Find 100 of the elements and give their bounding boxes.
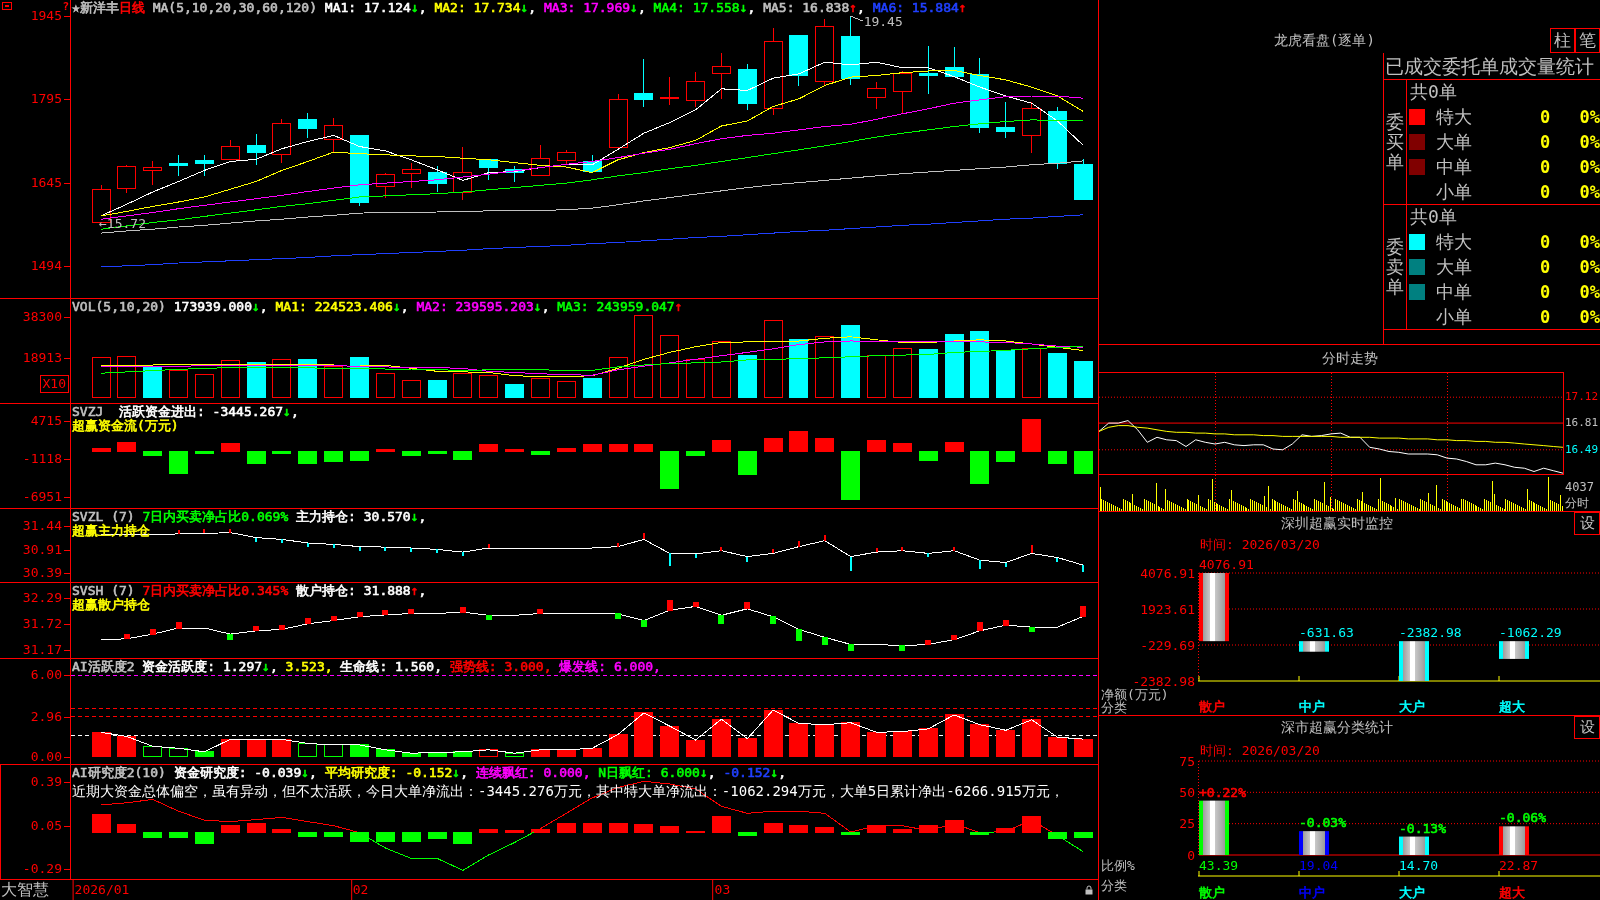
order-count: 0 [1538,181,1552,202]
axis-label: 30.91 [22,542,62,557]
candle [479,158,499,181]
settings-button[interactable]: 设 [1574,716,1600,739]
order-type: 小单 [1435,304,1473,329]
candle [505,166,525,183]
candle [556,149,576,165]
value-label: -2382.98 [1399,625,1462,641]
axis-label: 50 [1179,784,1195,800]
legend-text: ★新洋丰日线 MA(5,10,20,30,60,120) MA1: 17.124↓, MA2: 17.734↓, MA3: 17.969↓, MA4: 17.558↓, MA5: 16.838↑, MA6: 15.884↑ [72,1,967,15]
candle [867,81,886,110]
value-label: 14.70 [1399,858,1439,873]
candle [427,166,447,193]
axis-label: 1795 [30,92,62,107]
date-label: 03 [712,880,731,900]
lock-icon[interactable] [1085,885,1093,895]
candle [1047,106,1067,170]
axis-title: 分类 [1101,700,1127,715]
annotation: 19.45 [863,14,903,30]
price-label: 19.45 [850,14,903,30]
legend-text: SVSH (7) 7日内买卖净占比0.345% 散户持仓: 31.888↑, [72,584,427,598]
candle [246,133,266,166]
axis-label: 30.39 [22,566,62,581]
order-type: 特大 [1435,104,1473,129]
order-type: 小单 [1435,179,1473,204]
group-label: 委卖单 [1386,237,1404,297]
table-title: 已成交委托单成交量统计 [1384,53,1600,80]
value-label: 4076.91 [1199,557,1254,572]
unit-button[interactable]: X10 [39,375,69,393]
view-button[interactable]: 柱 [1550,28,1575,53]
settings-button[interactable]: 设 [1574,512,1600,535]
candle [582,154,602,174]
category-label: 散户 [1199,885,1225,900]
axis-label: 1645 [30,175,62,190]
candle [1073,158,1093,200]
candle [194,154,214,177]
axis-label: 25 [1179,816,1195,832]
axis-label: 0.00 [30,749,62,764]
chart-bar [1299,831,1329,855]
axis-label: 17.12 [1565,390,1599,405]
axis-label: 75 [1179,753,1195,769]
change-label: +0.22% [1199,784,1246,800]
order-total: 共0单 [1409,80,1458,104]
view-button[interactable]: 笔 [1575,28,1600,53]
candle [272,118,292,164]
candle [324,117,344,153]
order-type: 中单 [1435,154,1473,179]
order-type: 大单 [1435,129,1473,154]
legend-text: AI研究度2(10) 资金研究度: -0.039↓, 平均研究度: -0.152↓, 连续飘红: 0.000, N日飘红: 6.000↓, -0.152↓, [72,766,787,780]
change-label: -0.06% [1499,810,1546,826]
candle [143,161,163,186]
chart-bar [1399,641,1429,681]
date-label: 02 [350,880,369,900]
axis-label: 4037 [1564,479,1595,495]
order-count: 0 [1538,156,1552,177]
help-mark[interactable]: ? [62,2,69,12]
axis-title: 分类 [1101,878,1127,893]
axis-label: 4715 [30,413,62,428]
value-label: -631.63 [1299,625,1354,641]
candle [815,18,835,87]
candle [350,135,369,207]
order-count: 0 [1538,106,1552,127]
order-percent: 0% [1578,131,1600,152]
axis-label: 18913 [22,351,62,365]
order-percent: 0% [1578,181,1600,202]
axis-label: -229.69 [1140,637,1195,653]
category-label: 中户 [1299,699,1325,714]
category-label: 大户 [1399,699,1425,714]
candle [944,46,964,77]
axis-label: 31.44 [22,518,62,533]
group-label: 委买单 [1386,112,1404,172]
chart-subtitle: 时间: 2026/03/20 [1200,537,1320,552]
candle [686,71,706,108]
order-total: 共0单 [1409,205,1458,229]
value-label: 19.04 [1299,858,1339,873]
legend-text: AI活跃度2 资金活跃度: 1.297↓, 3.523, 生命线: 1.560, 强势线: 3.000, 爆发线: 6.000, [72,660,661,674]
candle [918,45,938,95]
axis-label: -1118 [22,451,62,466]
order-type: 中单 [1435,279,1473,304]
candle [711,52,731,100]
candle [737,63,757,111]
chart-bar [1199,573,1229,642]
legend-text: SVZJ 活跃资金进出: -3445.267↓, [72,405,299,419]
chart-title: 分时走势 [1320,349,1379,368]
axis-label: 31.17 [22,643,62,658]
candle [892,70,912,115]
order-type: 特大 [1435,229,1473,254]
chart-bar [1499,641,1529,659]
candle [996,101,1016,139]
chart-bar [1299,641,1329,652]
window-icon[interactable] [2,2,12,10]
axis-label: 分时 [1564,495,1590,511]
axis-label: 4076.91 [1140,565,1195,581]
panel-title: 龙虎看盘(逐单) [1273,31,1376,50]
order-percent: 0% [1578,306,1600,327]
chart-subtitle: 时间: 2026/03/20 [1200,743,1320,758]
chart-bar [1199,800,1229,855]
category-label: 大户 [1399,885,1425,900]
axis-label: 16.49 [1565,442,1599,457]
chart-bar [1499,826,1529,855]
